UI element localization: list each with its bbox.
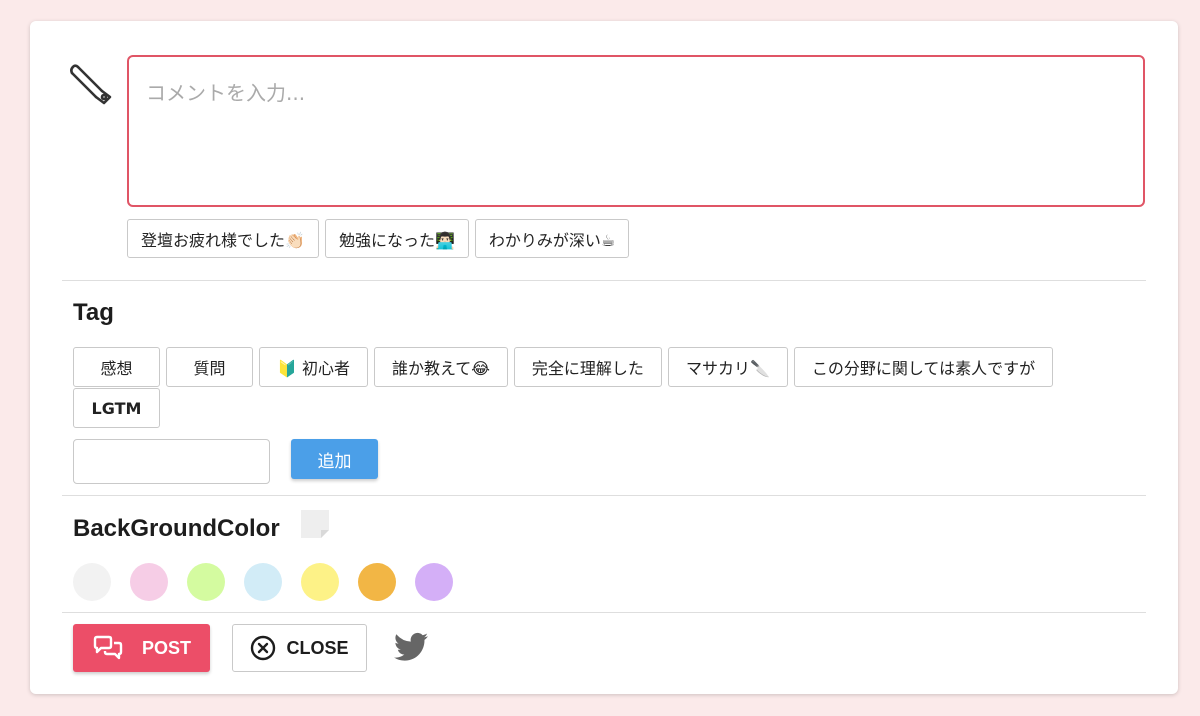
quick-reply-list: 登壇お疲れ様でした👏🏻 勉強になった👨🏻‍💻 わかりみが深い☕ xyxy=(127,219,630,258)
saw-icon xyxy=(70,64,112,105)
tag-button[interactable]: 完全に理解した xyxy=(513,347,662,387)
quick-reply-button[interactable]: わかりみが深い☕ xyxy=(474,219,630,258)
divider xyxy=(62,612,1146,613)
tag-button[interactable]: マサカリ🔪 xyxy=(667,347,788,387)
add-tag-button[interactable]: 追加 xyxy=(291,439,378,479)
tag-button[interactable]: LGTM xyxy=(73,388,160,428)
divider xyxy=(62,495,1146,496)
twitter-icon[interactable] xyxy=(394,632,428,662)
tag-section-title: Tag xyxy=(73,299,114,326)
comment-input[interactable] xyxy=(127,55,1145,207)
tag-button[interactable]: 🔰 初心者 xyxy=(259,347,369,387)
close-circle-icon xyxy=(251,635,276,661)
background-section-title: BackGroundColor xyxy=(73,515,280,542)
color-swatch[interactable] xyxy=(130,563,168,601)
tag-button[interactable]: 質問 xyxy=(166,347,253,387)
post-button[interactable]: POST xyxy=(73,624,210,672)
chat-bubbles-icon xyxy=(93,635,123,660)
color-swatch[interactable] xyxy=(301,563,339,601)
comment-card: 登壇お疲れ様でした👏🏻 勉強になった👨🏻‍💻 わかりみが深い☕ Tag 感想 質… xyxy=(30,21,1178,694)
color-swatch-list xyxy=(73,563,453,601)
tag-button[interactable]: 誰か教えて😂 xyxy=(374,347,508,387)
color-swatch[interactable] xyxy=(73,563,111,601)
divider xyxy=(62,280,1146,281)
color-swatch[interactable] xyxy=(187,563,225,601)
new-tag-input[interactable] xyxy=(73,439,270,484)
color-swatch[interactable] xyxy=(358,563,396,601)
color-swatch[interactable] xyxy=(244,563,282,601)
quick-reply-button[interactable]: 登壇お疲れ様でした👏🏻 xyxy=(127,219,319,258)
tag-button[interactable]: 感想 xyxy=(73,347,160,387)
color-swatch[interactable] xyxy=(415,563,453,601)
tag-list: 感想 質問 🔰 初心者 誰か教えて😂 完全に理解した マサカリ🔪 この分野に関し… xyxy=(73,347,1133,428)
tag-button[interactable]: この分野に関しては素人ですが xyxy=(793,347,1054,387)
quick-reply-button[interactable]: 勉強になった👨🏻‍💻 xyxy=(324,219,469,258)
close-button[interactable]: CLOSE xyxy=(232,624,367,672)
close-button-label: CLOSE xyxy=(286,637,349,658)
post-button-label: POST xyxy=(141,637,191,658)
sticky-note-icon xyxy=(301,510,329,538)
